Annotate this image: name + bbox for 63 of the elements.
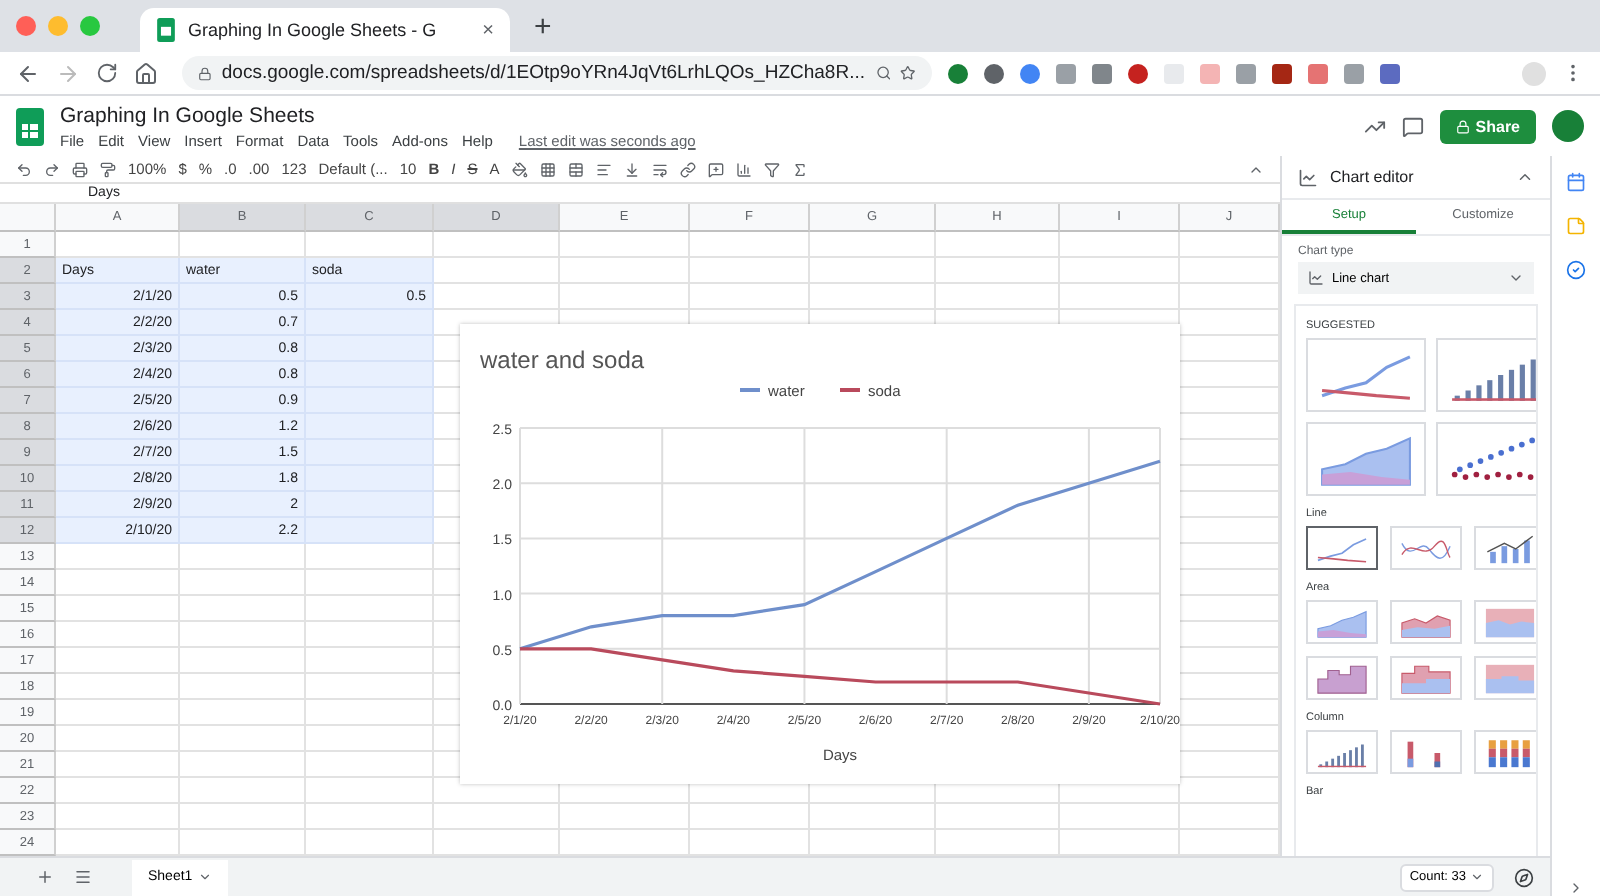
wrap-icon[interactable] [651, 161, 668, 177]
browser-tab[interactable]: Graphing In Google Sheets - G × [140, 8, 510, 52]
document-title[interactable]: Graphing In Google Sheets [60, 103, 1348, 127]
stepped-area-chart-icon [1312, 661, 1372, 695]
explore-icon[interactable] [1514, 867, 1534, 887]
lock-icon [198, 65, 212, 81]
add-sheet-icon[interactable] [36, 868, 54, 886]
search-icon[interactable] [875, 64, 891, 82]
link-icon[interactable] [679, 161, 696, 177]
sheets-icon [156, 18, 176, 42]
vertical-align-icon[interactable] [623, 161, 640, 177]
stacked-stepped-chart-icon [1396, 661, 1456, 695]
filter-icon[interactable] [763, 161, 780, 177]
fill-color-icon[interactable] [511, 161, 528, 177]
functions-icon[interactable] [791, 161, 808, 177]
tab-title: Graphing In Google Sheets - G [188, 20, 439, 40]
print-icon[interactable] [72, 161, 88, 177]
undo-icon[interactable] [16, 161, 32, 177]
table-cell [306, 518, 434, 544]
table-cell [306, 362, 434, 388]
table-cell [306, 336, 434, 362]
home-icon[interactable] [134, 61, 158, 85]
lock-icon [1455, 119, 1470, 133]
table-cell [306, 466, 434, 492]
merge-icon[interactable] [567, 161, 584, 177]
panel-title: Chart editor [1330, 168, 1416, 186]
borders-icon[interactable] [539, 161, 556, 177]
table-cell [306, 310, 434, 336]
table-cell [306, 440, 434, 466]
address-bar[interactable]: docs.google.com/spreadsheets/d/1EOtp9oYRn4JqVt6LrhLQOs_HZCha8R... [182, 56, 932, 90]
paint-format-icon[interactable] [100, 161, 116, 177]
table-cell [306, 388, 434, 414]
star-icon[interactable] [900, 64, 916, 82]
line-chart-icon [1308, 270, 1324, 286]
area-chart-icon [1312, 605, 1372, 639]
full-stepped-chart-icon [1480, 661, 1536, 695]
caret-icon [1470, 870, 1484, 884]
comment-icon[interactable] [707, 161, 724, 177]
back-icon[interactable] [16, 61, 40, 85]
caret-icon [198, 870, 213, 884]
calendar-icon[interactable] [1566, 172, 1586, 192]
account-avatar[interactable] [1552, 110, 1584, 142]
chart-type-option[interactable] [1306, 526, 1378, 570]
new-tab-button[interactable]: + [534, 9, 552, 43]
comments-icon[interactable] [1401, 115, 1424, 137]
chart-icon [1298, 167, 1318, 187]
redo-icon[interactable] [44, 161, 60, 177]
collapse-icon[interactable] [1516, 168, 1534, 186]
full-area-chart-icon [1480, 605, 1536, 639]
sheets-logo[interactable] [16, 107, 44, 145]
table-cell [306, 492, 434, 518]
align-icon[interactable] [595, 161, 612, 177]
close-tab-button[interactable]: × [482, 19, 494, 41]
chart-icon[interactable] [735, 161, 752, 177]
chart-title: water and soda [480, 346, 645, 374]
tasks-icon[interactable] [1566, 260, 1586, 280]
caret-icon [1508, 270, 1524, 286]
all-sheets-icon[interactable] [74, 868, 92, 886]
share-button[interactable]: Share [1439, 109, 1536, 143]
url-text: docs.google.com/spreadsheets/d/1EOtp9oYRn4JqVt6LrhLQOs_HZCha8R... [221, 62, 865, 84]
expand-icon[interactable] [1568, 880, 1584, 896]
table-cell [306, 414, 434, 440]
reload-icon[interactable] [96, 62, 118, 84]
